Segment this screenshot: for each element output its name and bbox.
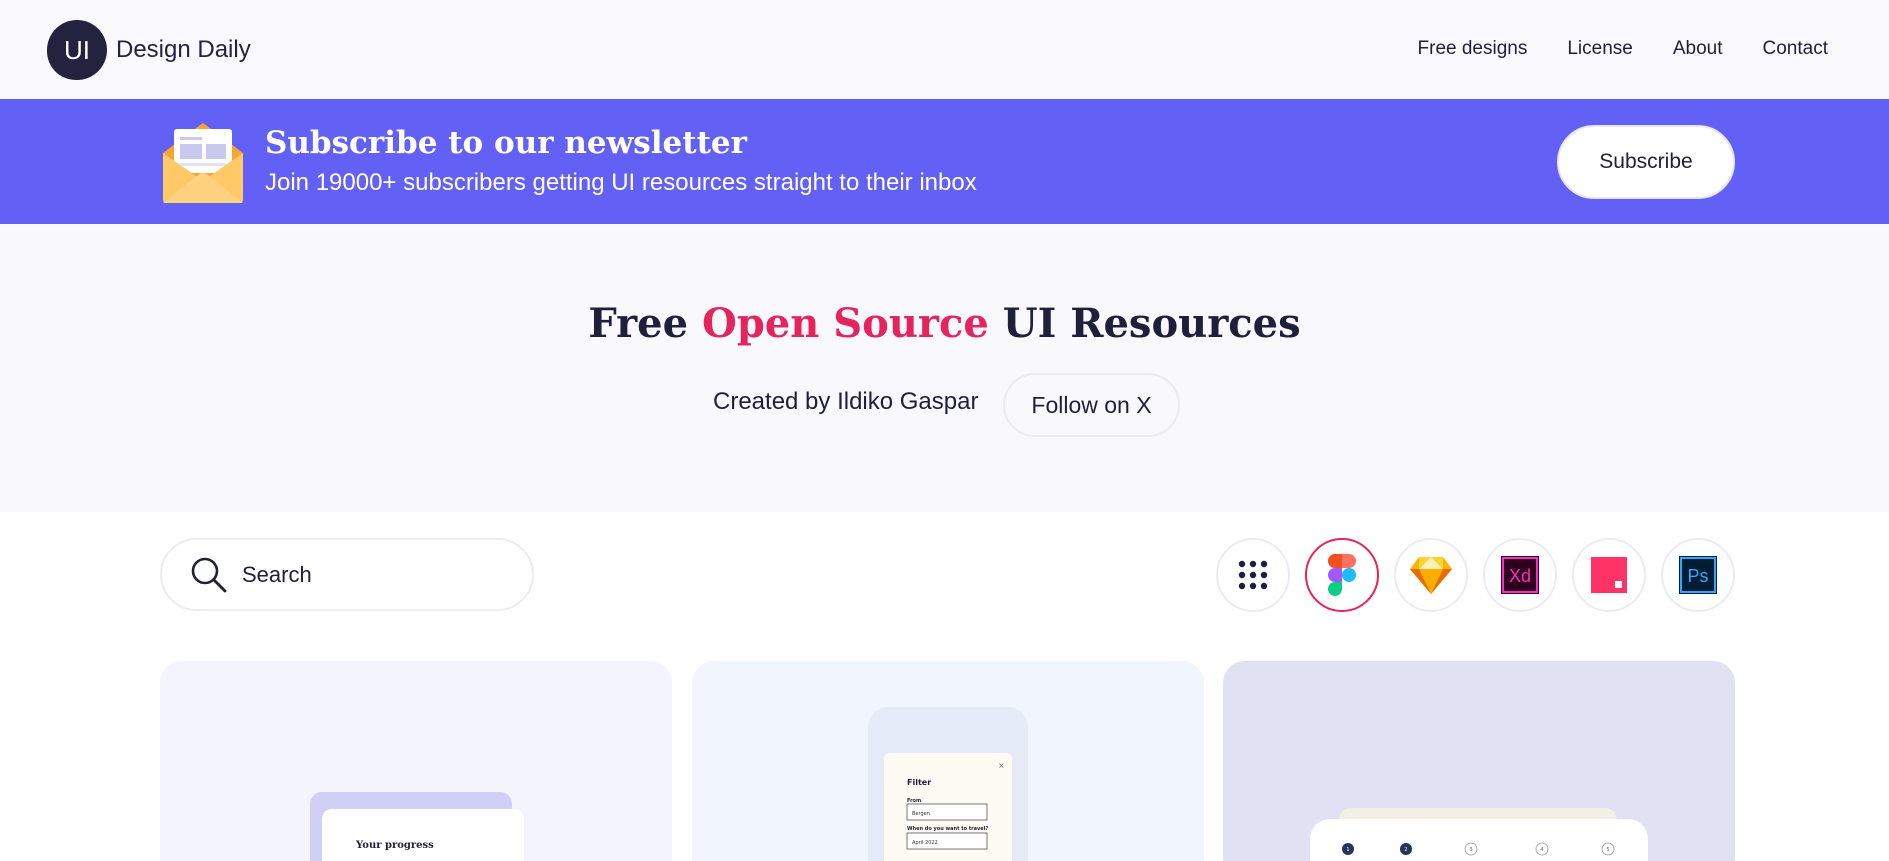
resource-card-3[interactable]: 1 2 3 4 5 [1223, 661, 1735, 861]
figma-icon [1328, 554, 1356, 596]
resource-card-2[interactable]: × Filter From Bergen When do you want to… [692, 661, 1204, 861]
page-title: Free Open Source UI Resources [0, 300, 1889, 347]
svg-text:When do you want to travel?: When do you want to travel? [907, 826, 988, 832]
svg-text:4: 4 [1540, 847, 1543, 853]
filter-sketch[interactable] [1394, 538, 1468, 612]
card2-preview-title: Filter [907, 778, 931, 787]
author-credit: Created by Ildiko Gaspar [713, 388, 979, 415]
svg-text:Ps: Ps [1687, 566, 1708, 586]
svg-text:2: 2 [1404, 847, 1407, 853]
grid-icon [1238, 560, 1268, 590]
logo-badge: UI [47, 20, 107, 80]
filter-adobe-xd[interactable]: Xd [1483, 538, 1557, 612]
svg-text:From: From [907, 798, 921, 804]
nav-contact[interactable]: Contact [1763, 38, 1828, 60]
search-icon [191, 557, 227, 592]
card-preview-3: 1 2 3 4 5 [1310, 808, 1648, 861]
svg-text:April 2022: April 2022 [912, 840, 938, 846]
nav-free-designs[interactable]: Free designs [1418, 38, 1528, 60]
main-nav: Free designs License About Contact [1418, 38, 1828, 60]
filter-invision[interactable] [1572, 538, 1646, 612]
search-box[interactable] [160, 538, 534, 611]
envelope-icon [163, 123, 243, 203]
resource-card-1[interactable]: Your progress [160, 661, 672, 861]
logo[interactable]: UI Design Daily [47, 20, 251, 80]
title-free: Free [588, 300, 702, 347]
card1-preview-title: Your progress [355, 840, 434, 851]
tool-filters: Xd Ps [1216, 538, 1735, 612]
svg-text:Xd: Xd [1509, 566, 1531, 586]
follow-on-x-button[interactable]: Follow on X [1003, 373, 1180, 437]
title-accent: Open Source [701, 300, 989, 347]
title-rest: UI Resources [988, 300, 1301, 347]
svg-text:1: 1 [1346, 847, 1349, 853]
logo-text: Design Daily [116, 36, 251, 63]
filter-photoshop[interactable]: Ps [1661, 538, 1735, 612]
subscribe-button[interactable]: Subscribe [1557, 125, 1735, 199]
nav-license[interactable]: License [1567, 38, 1633, 60]
search-input[interactable] [242, 561, 502, 588]
adobe-xd-icon: Xd [1501, 556, 1539, 594]
svg-text:5: 5 [1606, 847, 1609, 853]
svg-text:×: × [998, 761, 1005, 770]
newsletter-subtitle: Join 19000+ subscribers getting UI resou… [265, 169, 977, 196]
photoshop-icon: Ps [1679, 556, 1717, 594]
sketch-icon [1410, 557, 1452, 594]
nav-about[interactable]: About [1673, 38, 1723, 60]
site-header: UI Design Daily Free designs License Abo… [0, 0, 1889, 99]
invision-icon [1591, 557, 1627, 593]
svg-text:Bergen: Bergen [912, 811, 930, 817]
card-preview-1: Your progress [310, 792, 524, 861]
svg-text:3: 3 [1469, 847, 1472, 853]
card-preview-2: × Filter From Bergen When do you want to… [868, 707, 1028, 861]
newsletter-title: Subscribe to our newsletter [265, 125, 747, 161]
filter-all[interactable] [1216, 538, 1290, 612]
filter-figma[interactable] [1305, 538, 1379, 612]
